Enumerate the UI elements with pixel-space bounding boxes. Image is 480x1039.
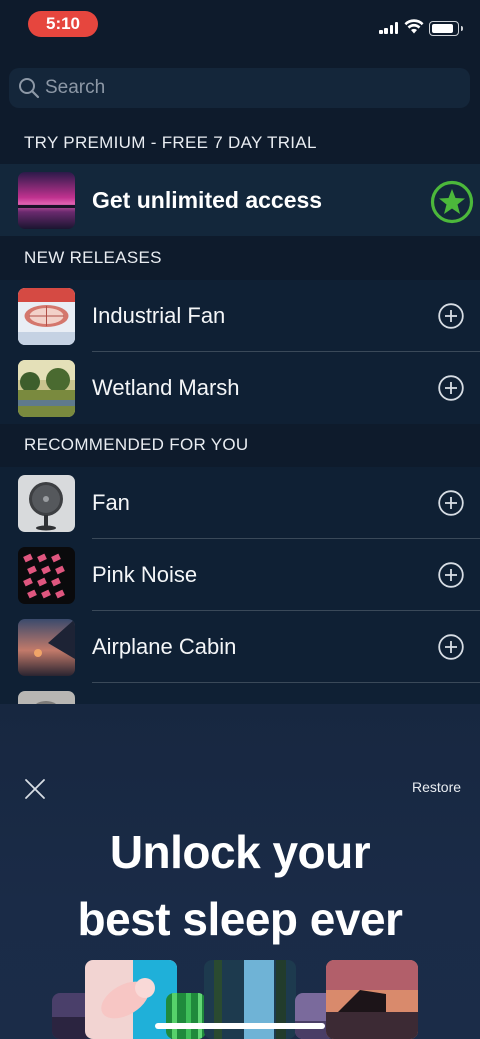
add-fan-icon[interactable] <box>438 490 464 516</box>
airplane-cabin-label: Airplane Cabin <box>92 634 237 659</box>
premium-title: Get unlimited access <box>92 187 323 213</box>
home-indicator[interactable] <box>155 1023 325 1029</box>
list-item-pink-noise[interactable]: Pink Noise <box>0 539 480 611</box>
list-item-airplane-cabin[interactable]: Airplane Cabin <box>0 611 480 683</box>
airplane-cabin-thumbnail <box>18 619 75 676</box>
list-item-fan[interactable]: Fan <box>0 467 480 539</box>
app-screen: 5:10 TRY PREMIUM - FREE 7 DAY TRIAL <box>0 0 480 1039</box>
search-input[interactable] <box>45 68 445 108</box>
add-wetland-marsh-icon[interactable] <box>438 375 464 401</box>
close-icon[interactable] <box>24 778 46 800</box>
premium-thumbnail <box>18 172 75 229</box>
carousel-tile-bamboo <box>166 993 206 1039</box>
partial-thumbnail <box>18 691 75 704</box>
paywall-headline-line1: Unlock your <box>109 826 371 878</box>
search-icon <box>19 78 40 99</box>
restore-button[interactable]: Restore <box>412 779 461 795</box>
pink-noise-label: Pink Noise <box>92 562 198 587</box>
battery-icon <box>429 21 463 36</box>
list-item-wetland-marsh[interactable]: Wetland Marsh <box>0 352 480 424</box>
wifi-icon <box>404 19 424 34</box>
search-bar <box>9 68 470 108</box>
fan-label: Fan <box>92 490 130 515</box>
cellular-signal-icon <box>379 22 399 34</box>
fan-thumbnail <box>18 475 75 532</box>
industrial-fan-thumbnail <box>18 288 75 345</box>
industrial-fan-label: Industrial Fan <box>92 303 226 328</box>
premium-row[interactable]: Get unlimited access <box>0 164 480 236</box>
carousel-tile-piano <box>326 960 418 1039</box>
add-pink-noise-icon[interactable] <box>438 562 464 588</box>
list-item-industrial-fan[interactable]: Industrial Fan <box>0 280 480 352</box>
add-airplane-cabin-icon[interactable] <box>438 634 464 660</box>
add-industrial-fan-icon[interactable] <box>438 303 464 329</box>
premium-section-header: TRY PREMIUM - FREE 7 DAY TRIAL <box>0 122 480 164</box>
recommended-header: RECOMMENDED FOR YOU <box>0 424 480 466</box>
status-bar: 5:10 <box>0 0 480 48</box>
paywall-headline-line2: best sleep ever <box>77 893 403 945</box>
new-releases-header: NEW RELEASES <box>0 237 480 279</box>
pink-noise-thumbnail <box>18 547 75 604</box>
wetland-marsh-label: Wetland Marsh <box>92 375 240 400</box>
status-time[interactable]: 5:10 <box>28 11 98 37</box>
premium-star-icon[interactable] <box>430 180 474 224</box>
wetland-marsh-thumbnail <box>18 360 75 417</box>
list-item-partial[interactable] <box>0 683 480 704</box>
